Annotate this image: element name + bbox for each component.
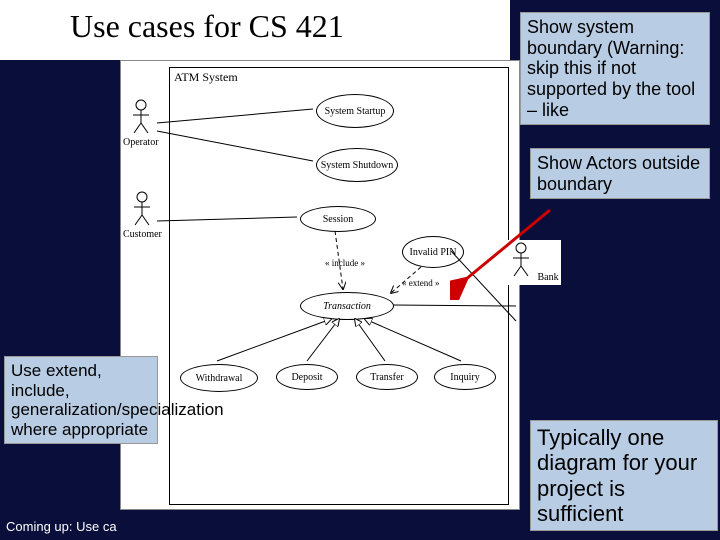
usecase-deposit: Deposit — [276, 364, 338, 390]
extend-label: « extend » — [402, 278, 440, 288]
actor-customer-label: Customer — [123, 229, 162, 240]
note-extend-include: Use extend, include, generalization/spec… — [4, 356, 158, 444]
system-label: ATM System — [174, 70, 238, 85]
usecase-system-shutdown: System Shutdown — [316, 148, 398, 182]
usecase-session: Session — [300, 206, 376, 232]
note-system-boundary: Show system boundary (Warning: skip this… — [520, 12, 710, 125]
footer-coming-up: Coming up: Use ca — [6, 519, 117, 534]
red-arrow-annotation — [450, 200, 570, 300]
usecase-inquiry: Inquiry — [434, 364, 496, 390]
actor-customer: Customer — [123, 191, 162, 240]
usecase-transaction: Transaction — [300, 292, 394, 320]
actor-operator-label: Operator — [123, 137, 159, 148]
include-label: « include » — [325, 258, 365, 268]
usecase-transfer: Transfer — [356, 364, 418, 390]
usecase-withdrawal: Withdrawal — [180, 364, 258, 392]
actor-operator: Operator — [123, 99, 159, 148]
note-one-diagram: Typically one diagram for your project i… — [530, 420, 718, 531]
slide-title: Use cases for CS 421 — [70, 8, 344, 45]
usecase-system-startup: System Startup — [316, 94, 394, 128]
note-actors-outside: Show Actors outside boundary — [530, 148, 710, 199]
